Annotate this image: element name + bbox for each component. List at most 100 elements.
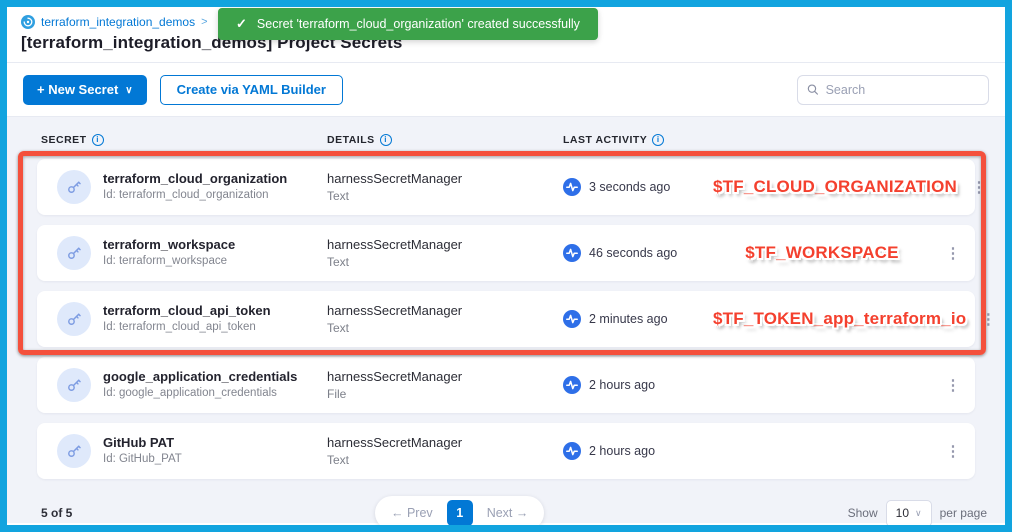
secret-id: Id: terraform_cloud_organization [103,188,287,204]
kebab-menu-icon[interactable]: ⋮ [940,374,967,397]
info-icon[interactable]: i [380,134,392,146]
last-activity-cell: 2 hours ago [563,442,713,460]
page-size-control: Show 10 ∨ per page [848,500,989,527]
secret-cell: terraform_cloud_api_token Id: terraform_… [37,302,327,336]
kebab-menu-icon[interactable]: ⋮ [940,440,967,463]
new-secret-label: + New Secret [37,82,118,97]
row-count: 5 of 5 [23,506,72,520]
details-cell: harnessSecretManager Text [327,434,563,469]
row-menu-cell: ⋮ [931,242,975,265]
table-header-row: SECRET i DETAILS i LAST ACTIVITY i [23,129,989,151]
page-size-value: 10 [896,506,909,520]
secret-key-icon [57,434,91,468]
secret-type: Text [327,254,563,271]
env-var-annotation: $TF_CLOUD_ORGANIZATION [713,177,957,196]
create-via-yaml-button[interactable]: Create via YAML Builder [160,75,343,105]
details-cell: harnessSecretManager Text [327,170,563,205]
toolbar: + New Secret ∨ Create via YAML Builder [7,62,1005,117]
breadcrumb-project-link[interactable]: terraform_integration_demos [41,15,195,29]
new-secret-button[interactable]: + New Secret ∨ [23,75,147,105]
project-icon [21,15,35,29]
secret-name: GitHub PAT [103,434,182,452]
secret-name: google_application_credentials [103,368,297,386]
secret-type: Text [327,188,563,205]
secret-cell: google_application_credentials Id: googl… [37,368,327,402]
prev-page-button[interactable]: ← Prev [381,506,443,520]
secret-key-icon [57,302,91,336]
row-menu-cell: ⋮ [931,440,975,463]
activity-icon [563,376,581,394]
secret-name: terraform_workspace [103,236,235,254]
search-icon [807,83,819,96]
env-var-annotation: $TF_TOKEN_app_terraform_io [713,309,966,328]
per-page-label: per page [940,506,987,520]
secret-type: Text [327,320,563,337]
last-activity-text: 2 hours ago [589,378,655,392]
secret-type: File [327,386,563,403]
info-icon[interactable]: i [652,134,664,146]
show-label: Show [848,506,878,520]
column-header-last-activity: LAST ACTIVITY i [563,134,989,146]
chevron-down-icon: ∨ [915,508,922,519]
table-row[interactable]: google_application_credentials Id: googl… [37,357,975,413]
secret-manager: harnessSecretManager [327,236,563,254]
kebab-menu-icon[interactable]: ⋮ [975,308,1002,331]
secret-id: Id: terraform_cloud_api_token [103,320,271,336]
secret-cell: GitHub PAT Id: GitHub_PAT [37,434,327,468]
secret-key-icon [57,368,91,402]
annotation-cell: $TF_TOKEN_app_terraform_io [713,309,966,329]
table-footer: 5 of 5 ← Prev 1 Next → Show 10 ∨ per pag… [23,489,989,532]
secret-name: terraform_cloud_api_token [103,302,271,320]
table-row[interactable]: terraform_cloud_api_token Id: terraform_… [37,291,975,347]
last-activity-text: 2 minutes ago [589,312,668,326]
details-cell: harnessSecretManager File [327,368,563,403]
next-page-button[interactable]: Next → [477,506,539,520]
table-row[interactable]: terraform_workspace Id: terraform_worksp… [37,225,975,281]
search-input[interactable] [826,83,979,97]
last-activity-text: 3 seconds ago [589,180,670,194]
secret-manager: harnessSecretManager [327,368,563,386]
last-activity-cell: 46 seconds ago [563,244,713,262]
secret-type: Text [327,452,563,469]
row-menu-cell: ⋮ [966,308,1010,331]
secret-name: terraform_cloud_organization [103,170,287,188]
secret-cell: terraform_workspace Id: terraform_worksp… [37,236,327,270]
activity-icon [563,310,581,328]
pagination: ← Prev 1 Next → [375,496,544,530]
last-activity-cell: 3 seconds ago [563,178,713,196]
secret-id: Id: GitHub_PAT [103,452,182,468]
row-menu-cell: ⋮ [931,374,975,397]
checkmark-icon: ✓ [236,8,247,40]
secret-key-icon [57,170,91,204]
column-label: LAST ACTIVITY [563,134,647,146]
last-activity-text: 46 seconds ago [589,246,677,260]
table-row[interactable]: terraform_cloud_organization Id: terrafo… [37,159,975,215]
last-activity-cell: 2 minutes ago [563,310,713,328]
env-var-annotation: $TF_WORKSPACE [745,243,898,262]
search-box[interactable] [797,75,989,105]
app-window: ✓ Secret 'terraform_cloud_organization' … [0,0,1012,532]
annotation-cell: $TF_WORKSPACE [713,243,931,263]
secret-manager: harnessSecretManager [327,170,563,188]
table-row[interactable]: GitHub PAT Id: GitHub_PAT harnessSecretM… [37,423,975,479]
column-label: DETAILS [327,134,375,146]
info-icon[interactable]: i [92,134,104,146]
kebab-menu-icon[interactable]: ⋮ [940,242,967,265]
page-number-button[interactable]: 1 [447,500,473,526]
details-cell: harnessSecretManager Text [327,302,563,337]
activity-icon [563,442,581,460]
column-label: SECRET [41,134,87,146]
secret-id: Id: terraform_workspace [103,254,235,270]
column-header-secret: SECRET i [41,134,327,146]
activity-icon [563,178,581,196]
secret-key-icon [57,236,91,270]
last-activity-cell: 2 hours ago [563,376,713,394]
secret-manager: harnessSecretManager [327,302,563,320]
secrets-table: terraform_cloud_organization Id: terrafo… [37,159,975,479]
kebab-menu-icon[interactable]: ⋮ [965,176,992,199]
annotation-cell: $TF_CLOUD_ORGANIZATION [713,177,957,197]
secret-manager: harnessSecretManager [327,434,563,452]
breadcrumb-separator: > [201,16,207,28]
page-size-select[interactable]: 10 ∨ [886,500,932,527]
toast-message: Secret 'terraform_cloud_organization' cr… [257,8,580,40]
